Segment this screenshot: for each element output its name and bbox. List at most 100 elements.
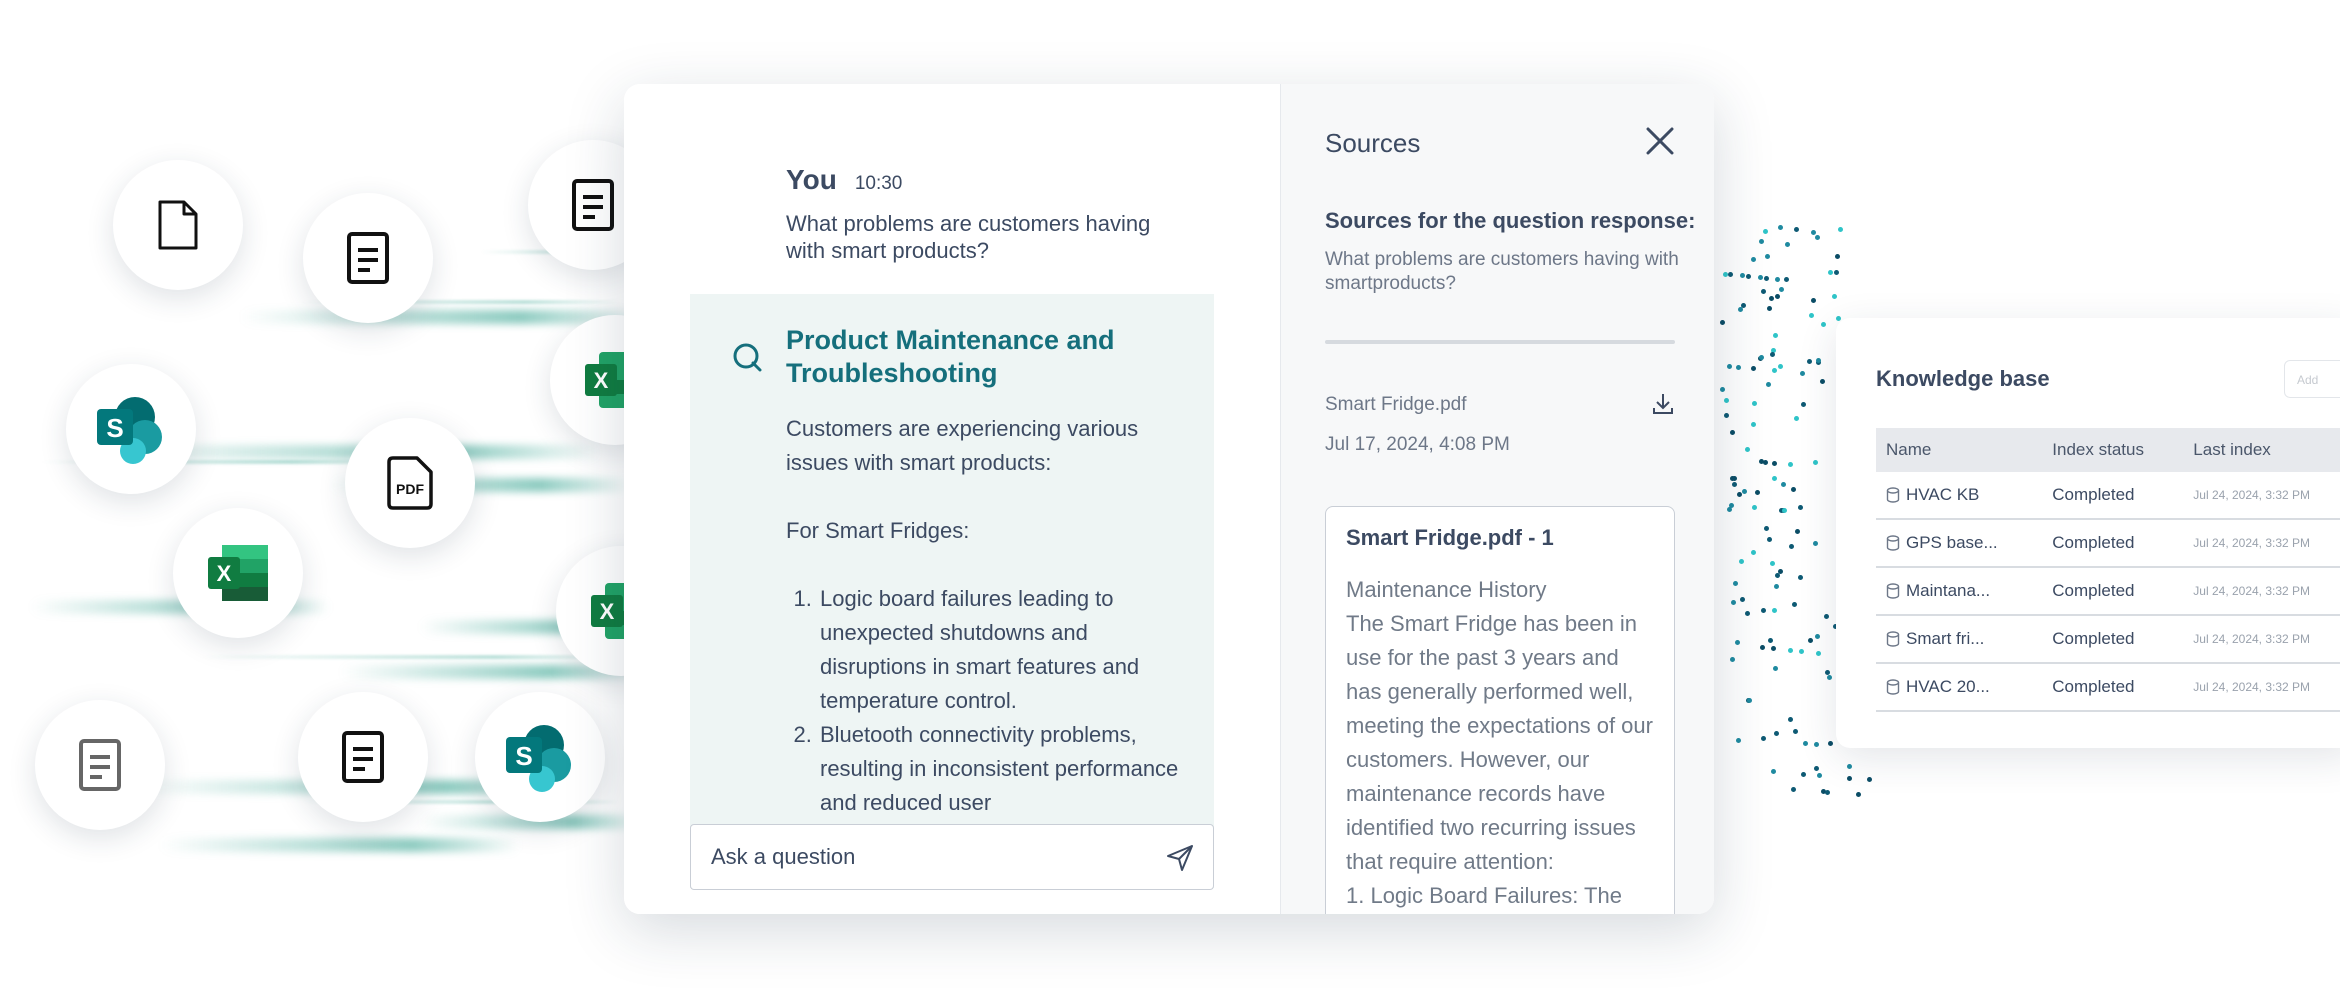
table-row[interactable]: GPS base... Completed Jul 24, 2024, 3:32… — [1876, 519, 2340, 568]
source-chunk-card[interactable]: Smart Fridge.pdf - 1 Maintenance History… — [1325, 506, 1675, 914]
database-icon — [1886, 631, 1900, 647]
row-name: HVAC 20... — [1906, 677, 1990, 696]
row-name-cell: HVAC 20... — [1876, 663, 2043, 712]
dot — [1772, 608, 1778, 614]
sources-title: Sources — [1325, 128, 1421, 158]
message-time: 10:30 — [854, 173, 903, 194]
document-icon-bubble — [35, 700, 165, 830]
dot — [1768, 295, 1774, 301]
dot — [1751, 366, 1757, 372]
source-chunk-title: Smart Fridge.pdf - 1 — [1346, 525, 1554, 550]
dot — [1807, 637, 1813, 643]
dot — [1761, 735, 1767, 741]
dot — [1757, 275, 1763, 281]
document-icon — [347, 232, 389, 284]
answer-body: Customers are experiencing various issue… — [786, 412, 1186, 820]
table-row[interactable]: HVAC KB Completed Jul 24, 2024, 3:32 PM — [1876, 472, 2340, 520]
dot — [1722, 271, 1728, 277]
row-status: Completed — [2042, 472, 2184, 520]
dot — [1738, 306, 1744, 312]
ask-input[interactable] — [711, 825, 1151, 889]
dot — [1751, 257, 1757, 263]
dot — [1761, 607, 1767, 613]
row-date: Jul 24, 2024, 3:32 PM — [2183, 472, 2340, 520]
table-row[interactable]: Maintana... Completed Jul 24, 2024, 3:32… — [1876, 567, 2340, 616]
row-name: GPS base... — [1906, 533, 1998, 552]
svg-text:S: S — [515, 741, 532, 771]
source-chunk-text: Maintenance History The Smart Fridge has… — [1346, 577, 1653, 908]
dot — [1769, 561, 1775, 567]
dot — [1781, 508, 1787, 514]
answer-section: For Smart Fridges: — [786, 518, 970, 543]
download-icon[interactable] — [1651, 392, 1675, 416]
dot — [1767, 638, 1773, 644]
dot — [1832, 293, 1838, 299]
message-header: You 10:30 — [786, 164, 902, 196]
dot — [1772, 367, 1778, 373]
dot — [1765, 254, 1771, 260]
table-row[interactable]: HVAC 20... Completed Jul 24, 2024, 3:32 … — [1876, 663, 2340, 712]
svg-text:PDF: PDF — [396, 481, 424, 497]
add-button[interactable]: Add — [2284, 360, 2340, 398]
row-name-cell: Smart fri... — [1876, 615, 2043, 664]
sources-question: What problems are customers having with … — [1325, 249, 1679, 294]
svg-text:X: X — [217, 561, 232, 586]
dot — [1773, 584, 1779, 590]
dot — [1789, 544, 1795, 550]
dot — [1754, 489, 1760, 495]
dot — [1759, 238, 1765, 244]
dot — [1736, 738, 1742, 744]
dot — [1772, 461, 1778, 467]
dot — [1730, 656, 1736, 662]
row-status: Completed — [2042, 519, 2184, 568]
dot — [1788, 717, 1794, 723]
dot — [1794, 227, 1800, 233]
send-icon[interactable] — [1165, 843, 1195, 873]
dot — [1773, 731, 1779, 737]
dot — [1814, 234, 1820, 240]
dot — [1798, 575, 1804, 581]
dot — [1735, 364, 1741, 370]
row-name: Maintana... — [1906, 581, 1991, 600]
dot — [1794, 416, 1800, 422]
column-header[interactable]: Name — [1876, 428, 2043, 472]
pdf-icon-bubble: PDF — [345, 418, 475, 548]
dot — [1784, 276, 1790, 282]
row-status: Completed — [2042, 567, 2184, 616]
close-icon[interactable] — [1645, 126, 1675, 156]
dot — [1730, 429, 1736, 435]
dot — [1744, 610, 1750, 616]
dot — [1747, 698, 1753, 704]
dot — [1801, 771, 1807, 777]
dot — [1728, 272, 1734, 278]
table-row[interactable]: Smart fri... Completed Jul 24, 2024, 3:3… — [1876, 615, 2340, 664]
dot — [1837, 227, 1843, 233]
dot — [1811, 297, 1817, 303]
dot — [1824, 613, 1830, 619]
source-file-date: Jul 17, 2024, 4:08 PM — [1325, 434, 1510, 455]
dot — [1791, 601, 1797, 607]
column-header[interactable]: Index status — [2042, 428, 2184, 472]
sources-panel: Sources Sources for the question respons… — [1280, 84, 1714, 914]
sharepoint-icon-bubble: S — [475, 692, 605, 822]
dot — [1758, 355, 1764, 361]
dot — [1763, 275, 1769, 281]
dot — [1775, 572, 1781, 578]
excel-icon-bubble: X — [173, 508, 303, 638]
dot — [1775, 277, 1781, 283]
dot — [1827, 741, 1833, 747]
dot — [1814, 765, 1820, 771]
dot — [1787, 461, 1793, 467]
column-header[interactable]: Last index — [2183, 428, 2340, 472]
source-file-name[interactable]: Smart Fridge.pdf — [1325, 394, 1467, 416]
user-name: You — [786, 164, 837, 195]
dot — [1827, 675, 1833, 681]
dot — [1773, 332, 1779, 338]
dot — [1726, 363, 1732, 369]
dot — [1771, 769, 1777, 775]
answer-block: Product Maintenance and Troubleshooting … — [690, 294, 1214, 888]
assistant-icon — [733, 343, 762, 372]
dot — [1760, 289, 1766, 295]
svg-text:X: X — [600, 599, 615, 624]
dot — [1779, 287, 1785, 293]
